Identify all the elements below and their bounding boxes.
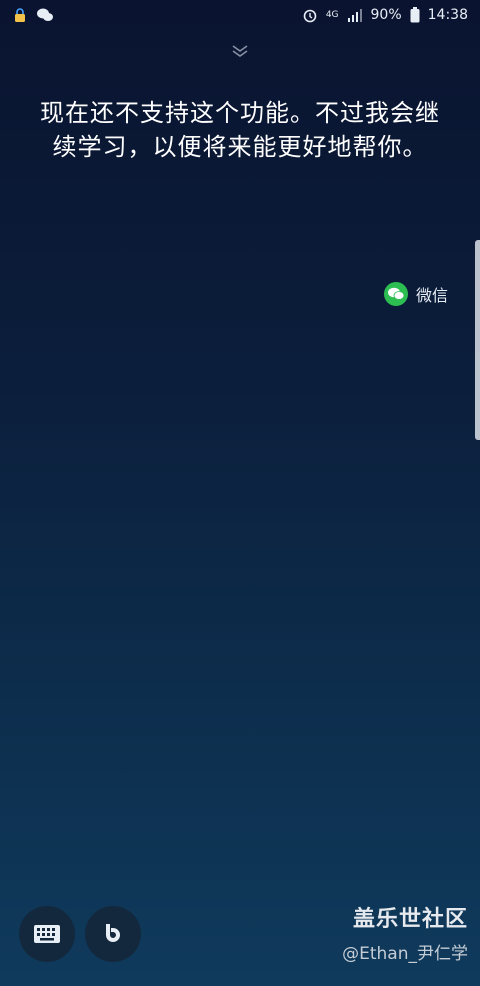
- bixby-icon: [100, 921, 126, 947]
- battery-icon: [410, 7, 420, 23]
- status-bar: 4G 90% 14:38: [0, 0, 480, 30]
- watermark: 盖乐世社区 @Ethan_尹仁学: [342, 901, 468, 964]
- watermark-title: 盖乐世社区: [352, 907, 468, 932]
- alarm-icon: [302, 7, 318, 23]
- status-right: 4G 90% 14:38: [302, 7, 468, 23]
- status-left: [12, 7, 54, 23]
- app-chip-label: 微信: [415, 286, 448, 305]
- battery-percent: 90%: [370, 7, 402, 23]
- keyboard-button[interactable]: [19, 906, 75, 962]
- watermark-author: @Ethan_尹仁学: [342, 944, 468, 964]
- assistant-message: 现在还不支持这个功能。不过我会继续学习，以便将来能更好地帮你。: [40, 99, 440, 161]
- keyboard-icon: [33, 924, 61, 944]
- wechat-notification-icon: [36, 7, 54, 23]
- signal-icon: [347, 8, 363, 22]
- clock: 14:38: [427, 7, 468, 23]
- wechat-icon: [383, 282, 408, 306]
- edge-panel-handle[interactable]: [475, 240, 480, 440]
- lock-notification-icon: [12, 7, 28, 23]
- network-type: 4G: [325, 10, 339, 20]
- chevron-down-icon[interactable]: [230, 42, 250, 58]
- bixby-button[interactable]: [85, 906, 141, 962]
- app-chip-wechat[interactable]: 微信: [383, 282, 448, 306]
